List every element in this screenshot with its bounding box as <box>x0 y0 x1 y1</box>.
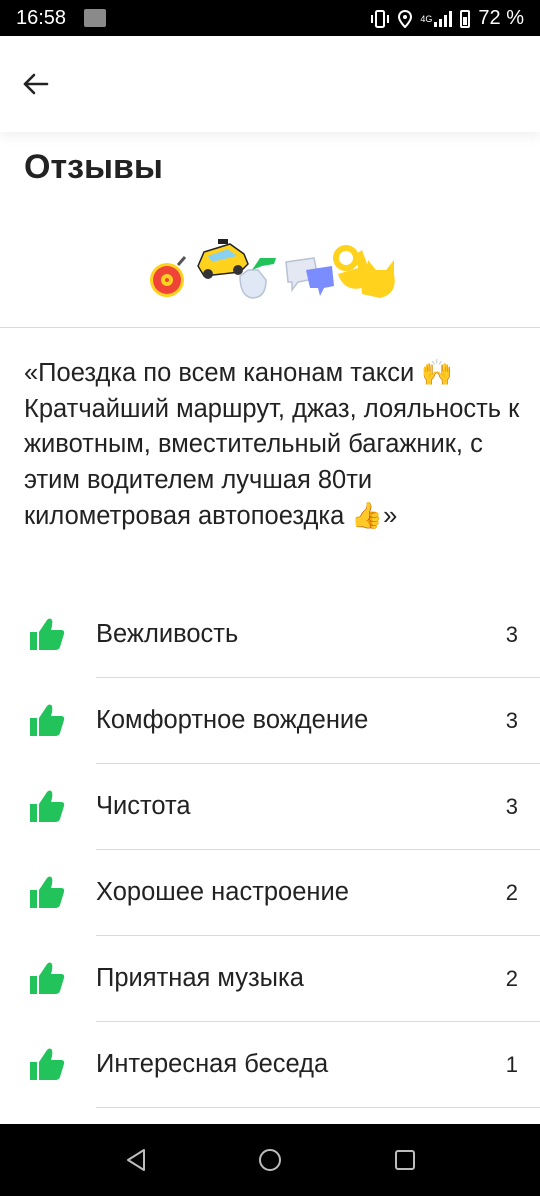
criterion-row: Вежливость 3 <box>0 592 540 678</box>
criterion-label: Интересная беседа <box>96 1050 329 1078</box>
criterion-label: Комфортное вождение <box>96 706 369 734</box>
network-type-label: 4G <box>420 13 433 24</box>
criterion-row: Интересная беседа 1 <box>0 1022 540 1108</box>
criterion-row: Хорошее настроение 2 <box>0 850 540 936</box>
system-nav-bar <box>0 1124 540 1196</box>
location-pin-icon <box>398 9 413 28</box>
thumbs-up-icon <box>30 962 65 994</box>
top-app-bar <box>0 36 540 132</box>
criterion-label: Вежливость <box>96 620 239 648</box>
criterion-count: 3 <box>505 794 518 819</box>
section-divider <box>0 327 540 328</box>
criterion-count: 2 <box>505 966 518 991</box>
notification-thumbnail-icon <box>84 9 106 27</box>
status-indicators: 4G 72 % <box>370 7 524 30</box>
battery-level: 72 % <box>478 7 524 29</box>
thumbs-up-icon <box>30 1048 65 1080</box>
criterion-label: Приятная музыка <box>96 964 304 992</box>
vibrate-icon <box>371 9 390 28</box>
criterion-row: Комфортное вождение 3 <box>0 678 540 764</box>
battery-icon <box>460 9 471 28</box>
vinyl-record-icon <box>150 256 187 297</box>
row-divider <box>96 1107 540 1108</box>
criterion-count: 3 <box>505 622 518 647</box>
status-time: 16:58 <box>16 7 67 29</box>
criterion-label: Чистота <box>96 792 191 820</box>
badges-illustration <box>150 239 395 299</box>
criterion-row: Чистота 3 <box>0 764 540 850</box>
status-bar: 16:58 4G 72 % <box>0 0 540 36</box>
recents-square-icon[interactable] <box>391 1146 419 1174</box>
thumbs-up-icon <box>30 790 65 822</box>
thumbs-up-icon <box>30 704 65 736</box>
back-triangle-icon[interactable] <box>122 1146 150 1174</box>
review-text: «Поездка по всем канонам такси 🙌 Кратчай… <box>24 359 520 530</box>
signal-strength-icon <box>434 10 453 27</box>
criterion-label: Хорошее настроение <box>96 878 349 906</box>
thumbs-up-icon <box>30 618 65 650</box>
criterion-count: 1 <box>505 1052 518 1077</box>
taxi-car-icon <box>197 239 249 279</box>
criterion-count: 2 <box>505 880 518 905</box>
back-button[interactable] <box>14 66 58 102</box>
criterion-count: 3 <box>505 708 518 733</box>
criteria-list: Вежливость 3 Комфортное вождение 3 Чисто… <box>0 592 540 1108</box>
page-title: Отзывы <box>24 148 163 186</box>
criterion-row: Приятная музыка 2 <box>0 936 540 1022</box>
chat-bubbles-icon <box>285 257 334 296</box>
arrow-left-icon <box>23 73 49 95</box>
thumbs-up-icon <box>30 876 65 908</box>
home-circle-icon[interactable] <box>256 1146 284 1174</box>
